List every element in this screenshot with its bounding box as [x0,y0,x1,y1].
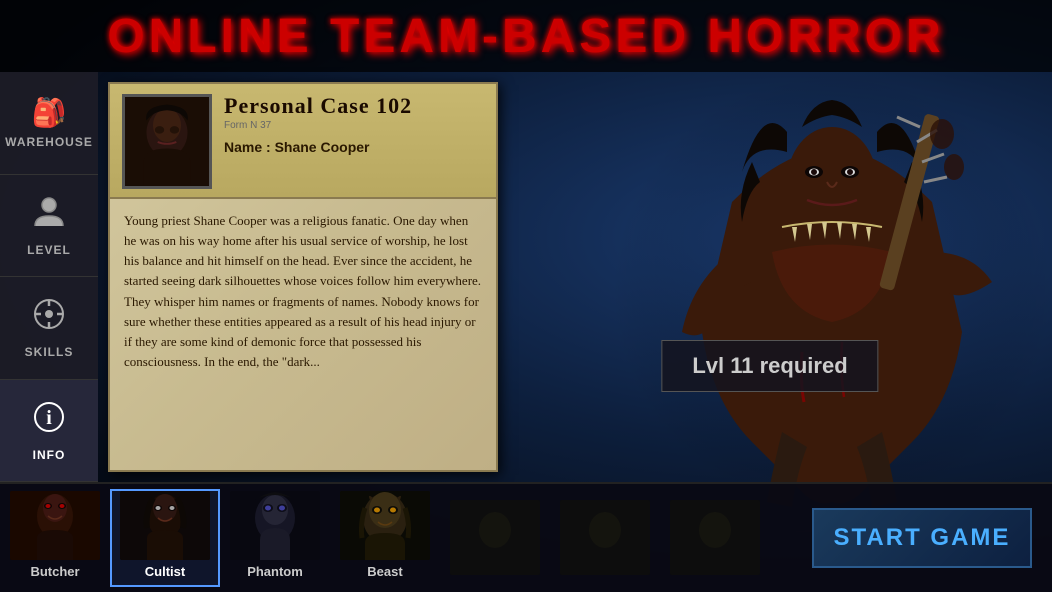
start-game-label: START GAME [834,524,1011,552]
case-title-block: Personal Case 102 Form N 37 Name : Shane… [224,94,484,155]
case-photo-face [125,97,209,186]
char-thumb-7 [670,500,760,575]
sidebar: 🎒 Warehouse Level Skills [0,72,98,482]
level-required-text: Lvl 11 required [692,353,847,378]
skills-icon [31,296,67,339]
sidebar-item-level[interactable]: Level [0,175,98,278]
char-slot-phantom[interactable]: Phantom [220,489,330,587]
title-bar: ONLINE TEAM-BASED HORROR [0,0,1052,72]
char-slot-cultist[interactable]: Cultist [110,489,220,587]
sidebar-item-skills[interactable]: Skills [0,277,98,380]
monster-area: Lvl 11 required [488,72,1052,482]
sidebar-label-skills: Skills [25,345,74,359]
char-label-phantom: Phantom [247,564,303,579]
sidebar-label-info: Info [33,448,66,462]
content-area: Personal Case 102 Form N 37 Name : Shane… [98,72,1052,482]
start-game-button[interactable]: START GAME [812,508,1032,568]
sidebar-label-level: Level [27,243,71,257]
character-slots: Butcher Cultis [0,484,812,592]
case-form-num: Form N 37 [224,120,484,131]
char-slot-6[interactable] [550,489,660,587]
char-slot-7[interactable] [660,489,770,587]
char-thumb-phantom [230,491,320,560]
char-label-beast: Beast [367,564,402,579]
char-label-butcher: Butcher [30,564,79,579]
case-photo [122,94,212,189]
bottom-bar: Butcher Cultis [0,482,1052,592]
case-card: Personal Case 102 Form N 37 Name : Shane… [108,82,498,472]
main-title: ONLINE TEAM-BASED HORROR [107,9,944,64]
char-thumb-butcher [10,491,100,560]
char-thumb-6 [560,500,650,575]
info-icon: i [31,399,67,442]
case-body: Young priest Shane Cooper was a religiou… [110,199,496,384]
sidebar-item-info[interactable]: i Info [0,380,98,483]
sidebar-label-warehouse: Warehouse [5,135,93,149]
warehouse-icon: 🎒 [32,96,67,129]
case-card-header: Personal Case 102 Form N 37 Name : Shane… [110,84,496,199]
char-slot-beast[interactable]: Beast [330,489,440,587]
char-label-cultist: Cultist [145,564,185,579]
sidebar-item-warehouse[interactable]: 🎒 Warehouse [0,72,98,175]
char-thumb-cultist [120,491,210,560]
level-required-box: Lvl 11 required [661,340,878,392]
case-description: Young priest Shane Cooper was a religiou… [124,211,482,372]
char-slot-5[interactable] [440,489,550,587]
monster-illustration [582,52,1052,532]
case-title: Personal Case 102 [224,94,484,118]
case-name: Name : Shane Cooper [224,139,484,155]
char-slot-butcher[interactable]: Butcher [0,489,110,587]
char-thumb-5 [450,500,540,575]
level-icon [31,194,67,237]
char-thumb-beast [340,491,430,560]
svg-text:i: i [46,407,52,429]
